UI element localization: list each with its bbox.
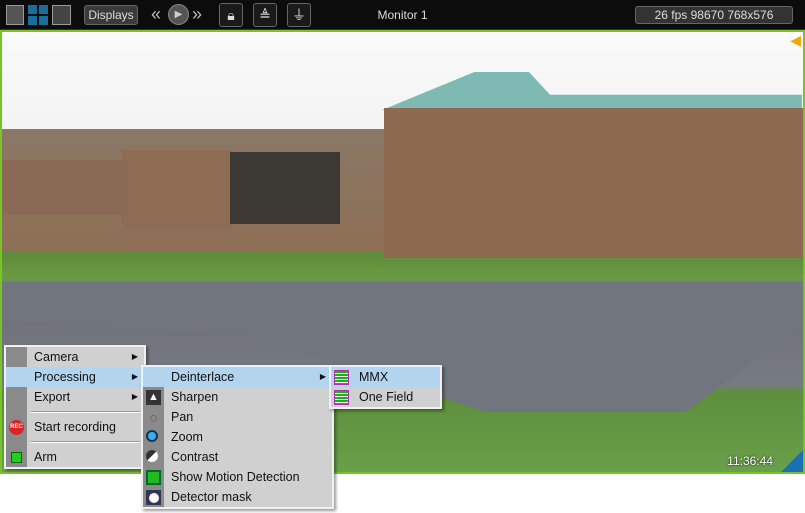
menu-item-deinterlace[interactable]: Deinterlace ▶ bbox=[143, 367, 332, 387]
menu-label: Camera bbox=[34, 350, 79, 364]
deinterlace-submenu: MMX One Field bbox=[329, 365, 442, 409]
motion-detection-icon bbox=[146, 470, 161, 485]
menu-item-pan[interactable]: ◌ Pan bbox=[143, 407, 332, 427]
building bbox=[2, 160, 127, 215]
pan-icon: ◌ bbox=[149, 410, 158, 425]
menu-label: MMX bbox=[359, 370, 389, 384]
menu-separator bbox=[6, 407, 144, 417]
menu-item-contrast[interactable]: Contrast bbox=[143, 447, 332, 467]
context-menu: Camera ▶ Processing ▶ Export ▶ REC Start rec… bbox=[4, 345, 146, 469]
menu-item-one-field[interactable]: One Field bbox=[331, 387, 440, 407]
building bbox=[122, 150, 232, 230]
displays-button[interactable]: Displays bbox=[84, 5, 138, 25]
menu-label: Pan bbox=[171, 410, 194, 424]
lock-icon[interactable]: 🔒︎ bbox=[219, 3, 243, 27]
speaker-icon[interactable]: ◀ bbox=[790, 32, 801, 49]
sharpen-icon: ▲ bbox=[146, 390, 161, 405]
menu-label: Deinterlace bbox=[171, 370, 235, 384]
multi-layout-icon[interactable] bbox=[52, 5, 71, 25]
submenu-arrow-icon: ▶ bbox=[131, 392, 138, 401]
building bbox=[384, 108, 803, 258]
menu-item-zoom[interactable]: Zoom bbox=[143, 427, 332, 447]
roof bbox=[382, 72, 802, 110]
stream-status: 26 fps 98670 768x576 bbox=[635, 6, 793, 24]
arm-icon bbox=[11, 452, 22, 463]
building bbox=[230, 152, 340, 224]
menu-label: Zoom bbox=[171, 430, 203, 444]
rewind-icon[interactable]: « bbox=[151, 4, 161, 25]
quad-layout-icon[interactable] bbox=[28, 5, 48, 25]
menu-label: Arm bbox=[34, 450, 57, 464]
timestamp: 11:36:44 bbox=[727, 454, 773, 468]
menu-label: Show Motion Detection bbox=[171, 470, 300, 484]
deinterlace-icon bbox=[334, 370, 349, 385]
record-download-icon[interactable]: ⏚ bbox=[287, 3, 311, 27]
contrast-icon bbox=[146, 450, 158, 462]
menu-item-processing[interactable]: Processing ▶ bbox=[6, 367, 144, 387]
menu-label: Processing bbox=[34, 370, 96, 384]
menu-label: Export bbox=[34, 390, 71, 404]
submenu-arrow-icon: ▶ bbox=[319, 372, 326, 381]
processing-submenu: Deinterlace ▶ ▲ Sharpen ◌ Pan Zoom Contrast… bbox=[141, 365, 334, 509]
menu-item-sharpen[interactable]: ▲ Sharpen bbox=[143, 387, 332, 407]
lock-all-icon[interactable]: ≜ bbox=[253, 3, 277, 27]
toolbar: Displays « ▶ » 🔒︎ ≜ ⏚ Monitor 1 26 fps 9… bbox=[0, 0, 805, 30]
menu-item-start-recording[interactable]: REC Start recording bbox=[6, 417, 144, 437]
menu-label: Contrast bbox=[171, 450, 219, 464]
rec-icon: REC bbox=[9, 420, 24, 435]
submenu-arrow-icon: ▶ bbox=[131, 372, 138, 381]
menu-item-camera[interactable]: Camera ▶ bbox=[6, 347, 144, 367]
fast-forward-icon[interactable]: » bbox=[192, 4, 202, 25]
menu-separator bbox=[6, 437, 144, 447]
menu-label: One Field bbox=[359, 390, 414, 404]
menu-item-arm[interactable]: Arm bbox=[6, 447, 144, 467]
menu-label: Detector mask bbox=[171, 490, 252, 504]
menu-item-mmx[interactable]: MMX bbox=[331, 367, 440, 387]
menu-label: Sharpen bbox=[171, 390, 219, 404]
menu-item-show-motion-detection[interactable]: Show Motion Detection bbox=[143, 467, 332, 487]
menu-item-export[interactable]: Export ▶ bbox=[6, 387, 144, 407]
detector-mask-icon bbox=[146, 490, 161, 505]
submenu-arrow-icon: ▶ bbox=[131, 352, 138, 361]
menu-label: Start recording bbox=[34, 420, 116, 434]
zoom-icon bbox=[146, 430, 158, 442]
resize-corner-icon[interactable] bbox=[781, 450, 803, 472]
menu-item-detector-mask[interactable]: Detector mask bbox=[143, 487, 332, 507]
single-layout-icon[interactable] bbox=[6, 5, 24, 25]
deinterlace-icon bbox=[334, 390, 349, 405]
play-icon[interactable]: ▶ bbox=[168, 4, 189, 25]
